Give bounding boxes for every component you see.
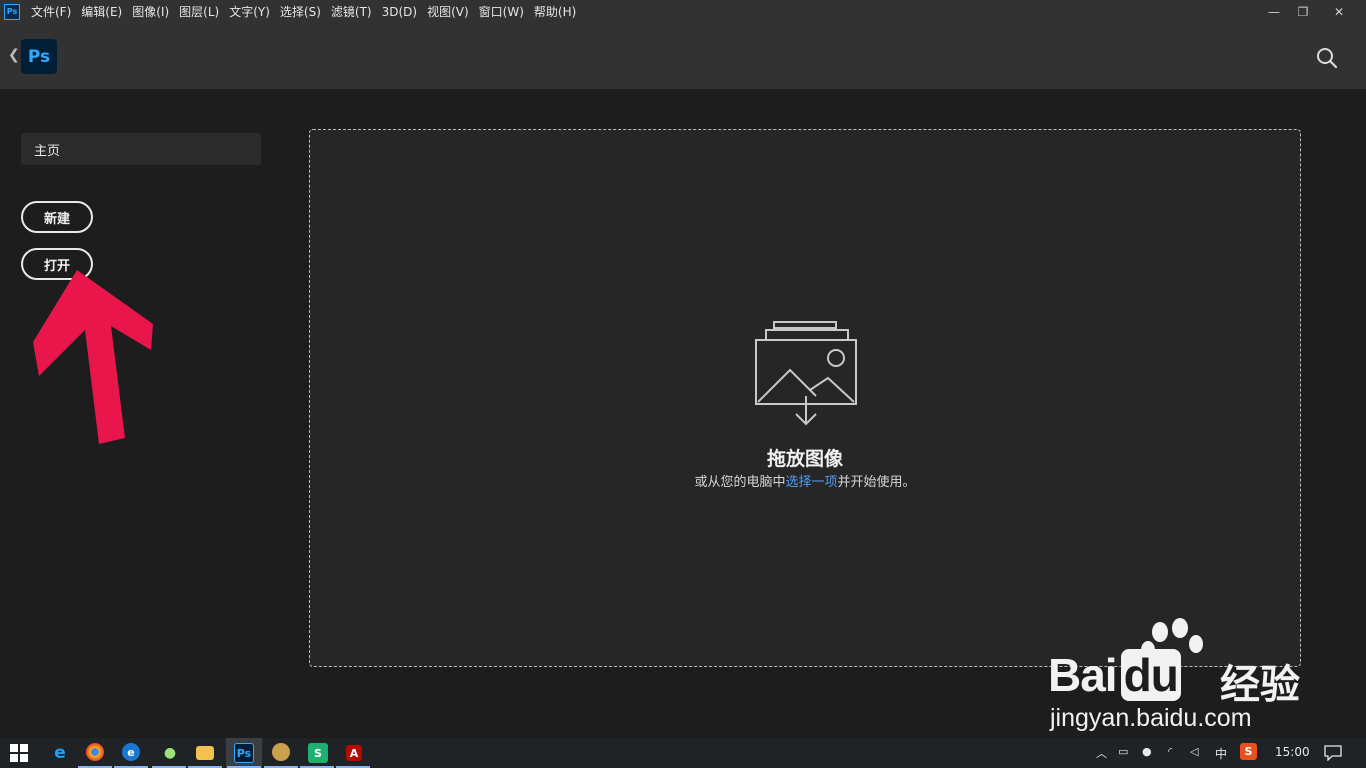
- back-chevron-icon[interactable]: ❮: [8, 47, 20, 63]
- menu-select[interactable]: 选择(S): [280, 3, 321, 20]
- choose-file-link[interactable]: 选择一项: [785, 475, 837, 490]
- qq-icon[interactable]: ●: [1142, 745, 1152, 758]
- drop-zone-sub-before: 或从您的电脑中: [694, 475, 786, 490]
- new-button[interactable]: 新建: [21, 201, 93, 233]
- photoshop-icon[interactable]: Ps: [234, 743, 254, 763]
- drop-zone-sub-after: 并开始使用。: [837, 475, 916, 490]
- explorer-icon[interactable]: [196, 746, 214, 760]
- watermark-baidu: Bai du: [1048, 648, 1181, 702]
- acrobat-icon[interactable]: A: [346, 745, 362, 761]
- wps-icon[interactable]: S: [308, 743, 328, 763]
- menu-bar: Ps 文件(F) 编辑(E) 图像(I) 图层(L) 文字(Y) 选择(S) 滤…: [0, 0, 1366, 23]
- drop-zone-subtitle: 或从您的电脑中选择一项并开始使用。: [310, 471, 1300, 490]
- watermark-bai: Bai: [1048, 649, 1118, 701]
- menu-image[interactable]: 图像(I): [132, 3, 169, 20]
- menu-edit[interactable]: 编辑(E): [81, 3, 122, 20]
- wechat-icon[interactable]: ●: [160, 743, 180, 763]
- menu-view[interactable]: 视图(V): [427, 3, 469, 20]
- ie-icon[interactable]: e: [50, 743, 70, 763]
- battery-icon[interactable]: ▭: [1118, 745, 1128, 758]
- watermark-jingyan: 经验: [1220, 662, 1300, 708]
- sogou-icon[interactable]: S: [1240, 743, 1257, 760]
- search-icon[interactable]: [1316, 47, 1338, 69]
- ps-logo: Ps: [21, 39, 57, 74]
- close-button[interactable]: ✕: [1322, 0, 1356, 23]
- watermark-url: jingyan.baidu.com: [1050, 704, 1252, 732]
- menu-filter[interactable]: 滤镜(T): [331, 3, 372, 20]
- app-icon[interactable]: [272, 743, 290, 761]
- menu-3d[interactable]: 3D(D): [382, 5, 417, 19]
- wifi-icon[interactable]: ◜: [1168, 745, 1172, 758]
- taskbar: e e ● Ps S A ︿ ▭ ● ◜ ◁ 中 S 15:00: [0, 738, 1366, 768]
- menu-help[interactable]: 帮助(H): [534, 3, 576, 20]
- image-drop-icon: [755, 321, 857, 426]
- edge-icon[interactable]: e: [122, 743, 140, 761]
- chrome-icon[interactable]: [86, 743, 104, 761]
- ime-indicator[interactable]: 中: [1215, 745, 1227, 762]
- menu-file[interactable]: 文件(F): [31, 3, 71, 20]
- sidebar-item-home[interactable]: 主页: [21, 133, 261, 165]
- notification-icon[interactable]: [1324, 745, 1342, 761]
- menu-type[interactable]: 文字(Y): [229, 3, 270, 20]
- windows-start-icon[interactable]: [10, 744, 28, 762]
- restore-button[interactable]: ❐: [1286, 0, 1320, 23]
- drop-zone-title: 拖放图像: [766, 448, 843, 470]
- home-header: ❮ Ps: [0, 23, 1366, 89]
- clock[interactable]: 15:00: [1275, 745, 1310, 759]
- volume-icon[interactable]: ◁: [1190, 745, 1198, 758]
- menu-layer[interactable]: 图层(L): [179, 3, 219, 20]
- baidu-jingyan-watermark: Bai du 经验 jingyan.baidu.com: [1040, 618, 1340, 738]
- drop-zone[interactable]: 拖放图像 或从您的电脑中选择一项并开始使用。: [309, 129, 1301, 667]
- watermark-du: du: [1120, 649, 1181, 701]
- menu-window[interactable]: 窗口(W): [479, 3, 524, 20]
- red-arrow-annotation: [33, 270, 153, 444]
- tray-expand-icon[interactable]: ︿: [1096, 745, 1107, 761]
- ps-mini-icon: Ps: [4, 3, 20, 20]
